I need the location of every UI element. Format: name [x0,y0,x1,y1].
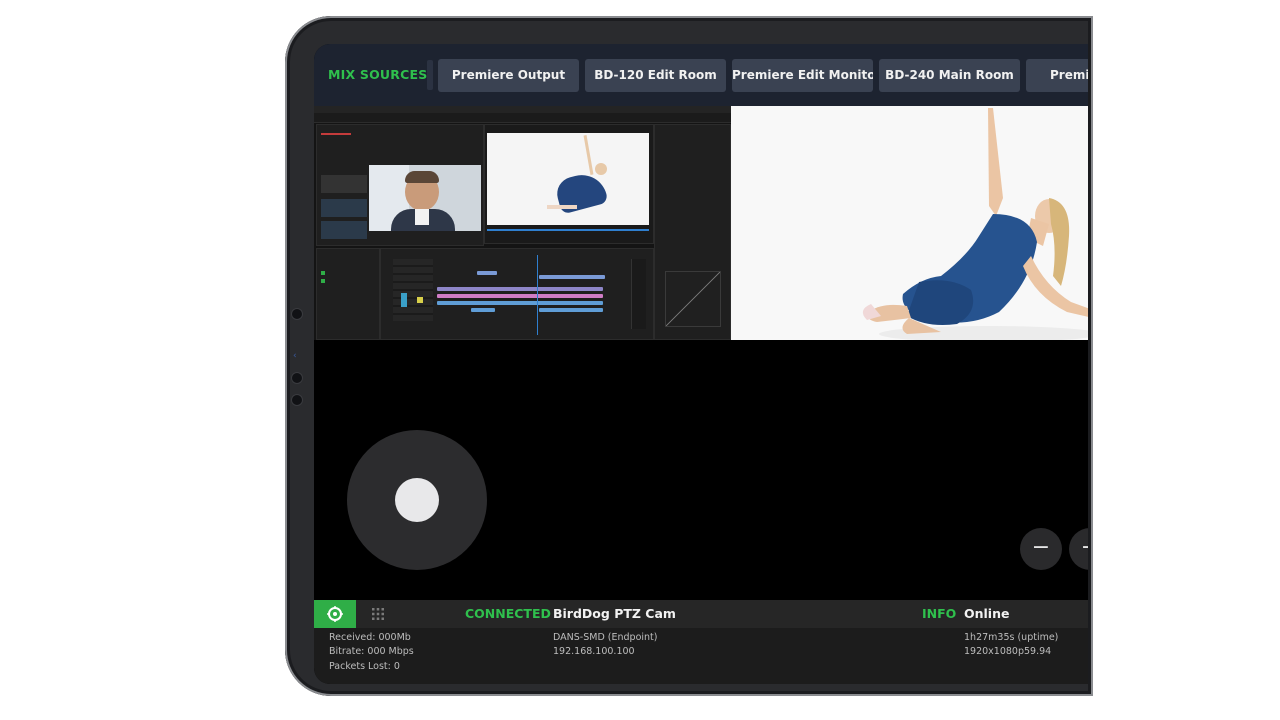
tablet-device: ‹ MIX SOURCES: Premiere Output BD-120 Ed… [285,16,1093,696]
resolution: 1920x1080p59.94 [964,646,1052,657]
bin-item [321,221,367,239]
program-monitor-frame [487,133,649,225]
zoom-in-button[interactable]: + [1069,528,1093,570]
connection-status-label: CONNECTED [465,606,551,621]
info-label: INFO [922,606,957,621]
grid-icon[interactable] [372,608,384,620]
divider [427,60,433,90]
bin-item [321,175,367,193]
side-button [291,394,303,406]
ip-address: 192.168.100.100 [553,646,635,657]
premiere-source-panel [316,124,484,246]
video-preview-premiere [314,106,731,340]
camera-control-button[interactable] [314,600,356,628]
playhead-bar [487,229,649,231]
tablet-screen: MIX SOURCES: Premiere Output BD-120 Edit… [314,44,1093,684]
video-preview-camera [731,106,1093,340]
video-thumbnail-presenter [369,165,481,231]
side-button [291,308,303,320]
packets-lost-stat: Packets Lost: 0 [329,661,400,672]
source-button-bd-240-main-room[interactable]: BD-240 Main Room [879,59,1020,92]
joystick-icon [327,606,343,622]
chevron-left-icon: ‹ [293,351,297,361]
endpoint-name: DANS-SMD (Endpoint) [553,632,658,643]
received-stat: Received: 000Mb [329,632,411,643]
premiere-project-panel [316,248,380,340]
side-button [291,372,303,384]
source-button-premiere[interactable]: Premiere [1026,59,1093,92]
red-marker [321,133,351,135]
timeline-playhead [537,255,538,335]
premiere-menubar [314,106,731,113]
bin-item [321,199,367,217]
ptz-joystick[interactable] [347,430,487,570]
bitrate-stat: Bitrate: 000 Mbps [329,646,414,657]
device-name: BirdDog PTZ Cam [553,606,676,621]
uptime: 1h27m35s (uptime) [964,632,1059,643]
premiere-effects-panel [654,124,731,340]
mix-sources-bar: MIX SOURCES: Premiere Output BD-120 Edit… [314,44,1093,106]
source-button-bd-120-edit-room[interactable]: BD-120 Edit Room [585,59,726,92]
source-button-premiere-edit-monitor[interactable]: Premiere Edit Monitor [732,59,873,92]
premiere-timeline [380,248,654,340]
premiere-program-monitor [484,124,654,244]
mix-sources-label: MIX SOURCES: [328,67,433,82]
info-value: Online [964,606,1010,621]
curve-graph [665,271,721,327]
zoom-out-button[interactable]: − [1020,528,1062,570]
joystick-knob[interactable] [395,478,439,522]
premiere-topbar [314,113,731,123]
dancer-image [731,106,1093,340]
source-button-premiere-output[interactable]: Premiere Output [438,59,579,92]
